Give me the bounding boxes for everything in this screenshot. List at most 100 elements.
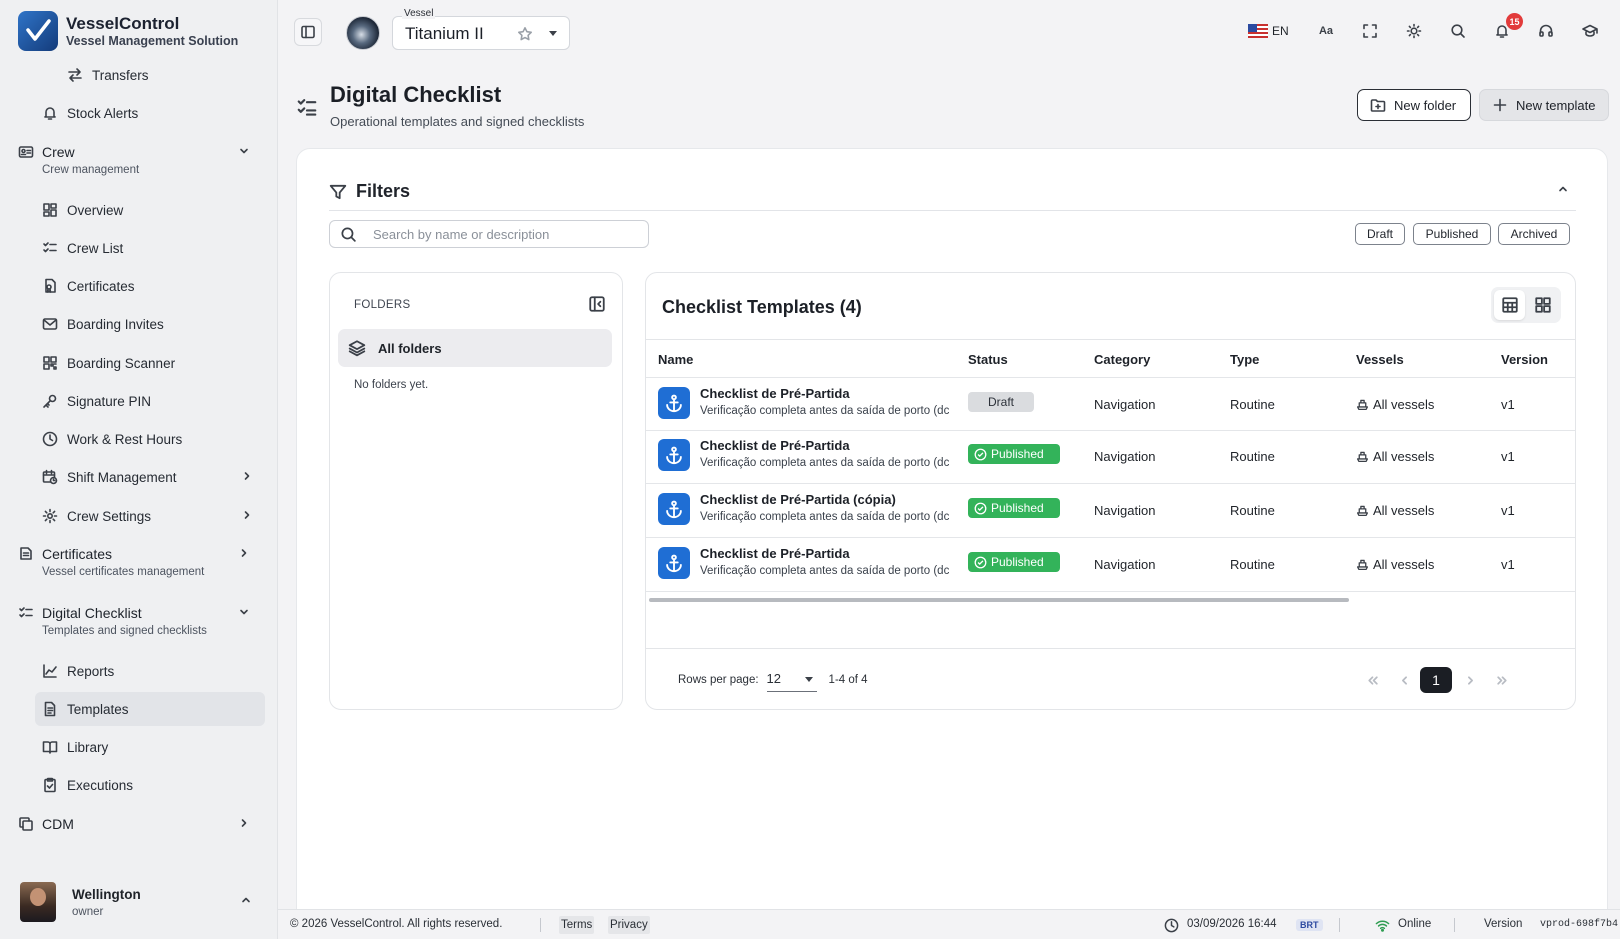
column-header-vessels[interactable]: Vessels: [1356, 352, 1404, 367]
divider: [329, 210, 1576, 211]
table-view-button[interactable]: [1494, 290, 1525, 320]
rows-per-page-select[interactable]: 12: [766, 668, 817, 692]
sidebar-toggle-button[interactable]: [294, 18, 322, 46]
checklist-icon: [19, 607, 33, 618]
sidebar-item-stock-alerts[interactable]: Stock Alerts: [35, 96, 265, 130]
horizontal-scrollbar[interactable]: [649, 598, 1349, 602]
theme-toggle-button[interactable]: [1400, 17, 1428, 45]
version-value: vprod-698f7b4: [1540, 919, 1619, 930]
folders-panel: FOLDERS All folders No folders yet.: [329, 272, 623, 710]
sidebar-item-overview[interactable]: Overview: [35, 193, 265, 227]
timezone-badge: BRT: [1296, 919, 1323, 931]
table-row[interactable]: Checklist de Pré-Partida (cópia) Verific…: [646, 484, 1575, 538]
folder-item-label: All folders: [378, 340, 442, 356]
sidebar-item-label: Templates: [67, 701, 129, 717]
sidebar-item-crew-settings[interactable]: Crew Settings: [35, 499, 265, 533]
section-label: Digital Checklist: [42, 605, 142, 621]
certificate-file-icon: [45, 278, 56, 293]
sidebar-section-crew[interactable]: Crew Crew management: [18, 142, 260, 176]
search-icon: [341, 226, 356, 242]
sidebar-item-templates[interactable]: Templates: [35, 692, 265, 726]
sidebar-item-label: Executions: [67, 777, 134, 793]
page-button-current[interactable]: 1: [1420, 667, 1452, 693]
sidebar-item-transfers[interactable]: Transfers: [60, 58, 260, 92]
chevron-right-icon: [241, 819, 247, 827]
sidebar-item-boarding-invites[interactable]: Boarding Invites: [35, 307, 265, 341]
clock-icon: [42, 431, 58, 447]
sidebar-item-label: Overview: [67, 202, 124, 218]
chevron-up-icon[interactable]: [1557, 183, 1569, 195]
sidebar-item-work-rest-hours[interactable]: Work & Rest Hours: [35, 422, 265, 456]
sidebar-panel-icon: [301, 25, 315, 39]
search-placeholder: Search by name or description: [373, 226, 550, 242]
vessels-label: All vessels: [1373, 397, 1435, 412]
academy-button[interactable]: [1576, 17, 1604, 45]
type-cell: Routine: [1230, 503, 1275, 518]
column-header-version[interactable]: Version: [1501, 352, 1548, 367]
column-header-category[interactable]: Category: [1094, 352, 1150, 367]
sidebar-section-digital-checklist[interactable]: Digital Checklist Templates and signed c…: [18, 603, 260, 637]
anchor-icon: [658, 493, 690, 525]
font-size-icon: Aa: [1318, 25, 1334, 37]
sidebar-item-signature-pin[interactable]: Signature PIN: [35, 384, 265, 418]
chevron-right-icon: [244, 511, 250, 519]
vessel-select[interactable]: Titanium II: [392, 16, 570, 50]
template-name: Checklist de Pré-Partida (cópia): [700, 492, 896, 507]
sidebar-item-executions[interactable]: Executions: [35, 768, 265, 802]
sidebar-item-crew-list[interactable]: Crew List: [35, 231, 265, 265]
vessel-name: Titanium II: [405, 24, 484, 43]
sidebar-item-shift-management[interactable]: Shift Management: [35, 460, 265, 494]
collapse-panel-icon[interactable]: [588, 295, 606, 313]
section-label: CDM: [42, 816, 74, 832]
grid-view-button[interactable]: [1527, 290, 1558, 320]
chevron-right-icon: [1467, 675, 1473, 685]
table-row[interactable]: Checklist de Pré-Partida Verificação com…: [646, 377, 1575, 431]
sidebar-section-certificates[interactable]: Certificates Vessel certificates managem…: [18, 544, 260, 578]
language-switcher[interactable]: EN: [1248, 24, 1289, 38]
search-input[interactable]: Search by name or description: [329, 220, 649, 248]
book-open-icon: [42, 741, 58, 754]
sidebar-item-boarding-scanner[interactable]: Boarding Scanner: [35, 346, 265, 380]
folder-item-all[interactable]: All folders: [338, 329, 612, 367]
terms-link[interactable]: Terms: [559, 916, 595, 934]
user-name: Wellington: [72, 886, 141, 902]
support-button[interactable]: [1532, 17, 1560, 45]
star-icon[interactable]: [517, 26, 533, 42]
user-menu[interactable]: Wellington owner: [20, 878, 260, 926]
privacy-link[interactable]: Privacy: [608, 916, 650, 934]
checklist-icon: [297, 99, 317, 116]
column-header-status[interactable]: Status: [968, 352, 1008, 367]
page-title: Digital Checklist: [330, 82, 502, 107]
filter-chip-draft[interactable]: Draft: [1355, 223, 1405, 245]
sidebar-item-reports[interactable]: Reports: [35, 654, 265, 688]
sidebar-section-cdm[interactable]: CDM: [18, 814, 260, 834]
fullscreen-button[interactable]: [1356, 17, 1384, 45]
table-row[interactable]: Checklist de Pré-Partida Verificação com…: [646, 430, 1575, 484]
chevron-down-icon: [240, 609, 248, 615]
status-label: Draft: [987, 395, 1014, 409]
new-template-button[interactable]: New template: [1479, 89, 1609, 121]
avatar: [20, 882, 56, 922]
sidebar-item-library[interactable]: Library: [35, 730, 265, 764]
next-page-button[interactable]: [1458, 668, 1482, 692]
column-header-type[interactable]: Type: [1230, 352, 1259, 367]
filter-chip-published[interactable]: Published: [1413, 223, 1491, 245]
template-description: Verificação completa antes da saída de p…: [700, 405, 950, 417]
user-role: owner: [72, 905, 104, 918]
fullscreen-icon: [1363, 24, 1377, 38]
prev-page-button[interactable]: [1392, 668, 1416, 692]
folders-empty-message: No folders yet.: [354, 379, 429, 391]
font-size-button[interactable]: Aa: [1312, 17, 1340, 45]
last-page-button[interactable]: [1490, 668, 1514, 692]
search-button[interactable]: [1444, 17, 1472, 45]
mail-icon: [42, 318, 58, 330]
filter-chip-archived[interactable]: Archived: [1498, 223, 1570, 245]
vessels-cell: All vessels: [1356, 557, 1434, 572]
new-folder-button[interactable]: New folder: [1357, 89, 1471, 121]
brand[interactable]: VesselControl Vessel Management Solution: [18, 11, 238, 51]
graduation-cap-icon: [1582, 24, 1598, 37]
first-page-button[interactable]: [1360, 668, 1384, 692]
column-header-name[interactable]: Name: [658, 352, 693, 367]
table-row[interactable]: Checklist de Pré-Partida Verificação com…: [646, 538, 1575, 592]
sidebar-item-crew-certificates[interactable]: Certificates: [35, 269, 265, 303]
